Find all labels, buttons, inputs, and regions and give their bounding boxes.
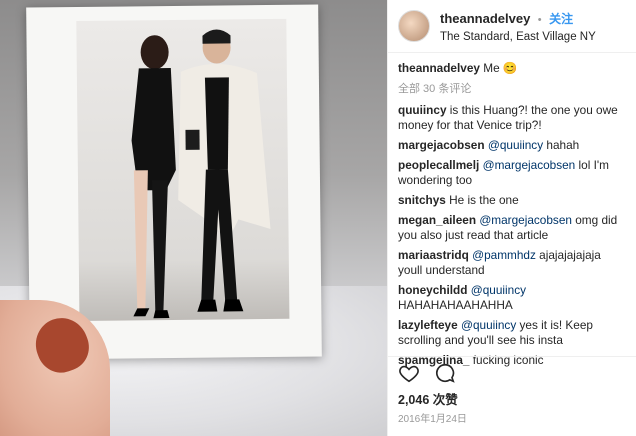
comment-item: mariaastridq @pammhdz ajajajajajaja youl…: [398, 248, 627, 278]
caption-username[interactable]: theannadelvey: [398, 61, 480, 75]
comment-text: HAHAHAHAAHAHHA: [398, 298, 513, 312]
comment-username[interactable]: margejacobsen: [398, 138, 485, 152]
avatar[interactable]: [398, 10, 430, 42]
comment-username[interactable]: peoplecallmelj: [398, 158, 479, 172]
comment-username[interactable]: quuiincy: [398, 103, 447, 117]
separator-dot: •: [537, 13, 542, 26]
comment-mention[interactable]: @quuiincy: [488, 138, 543, 152]
comment-mention[interactable]: @margejacobsen: [483, 158, 576, 172]
comment-mention[interactable]: @pammhdz: [472, 248, 536, 262]
view-all-comments[interactable]: 全部 30 条评论: [398, 82, 627, 97]
header-username[interactable]: theannadelvey: [440, 11, 530, 26]
comment-item: lazylefteye @quuiincy yes it is! Keep sc…: [398, 318, 627, 348]
comment-item: quuiincy is this Huang?! the one you owe…: [398, 103, 627, 133]
comment-username[interactable]: honeychildd: [398, 283, 467, 297]
action-bar: [398, 362, 456, 384]
comment-mention[interactable]: @quuiincy: [461, 318, 516, 332]
heart-icon[interactable]: [398, 362, 420, 384]
comment-username[interactable]: lazylefteye: [398, 318, 458, 332]
comments-list: theannadelvey Me 😊 全部 30 条评论 quuiincy is…: [388, 53, 636, 368]
caption: theannadelvey Me 😊: [398, 61, 627, 76]
comment-username[interactable]: megan_aileen: [398, 213, 476, 227]
post-sidebar: theannadelvey • 关注 The Standard, East Vi…: [387, 0, 636, 436]
couple-figures: [131, 29, 271, 319]
comment-item: honeychildd @quuiincy HAHAHAHAAHAHHA: [398, 283, 627, 313]
comment-text: hahah: [546, 138, 580, 152]
comment-item: margejacobsen @quuiincy hahah: [398, 138, 627, 153]
comment-item: megan_aileen @margejacobsen omg did you …: [398, 213, 627, 243]
polaroid-image: [76, 18, 290, 321]
location-link[interactable]: The Standard, East Village NY: [440, 31, 596, 43]
comment-mention[interactable]: @quuiincy: [471, 283, 526, 297]
comment-username[interactable]: mariaastridq: [398, 248, 469, 262]
comment-item: snitchys He is the one: [398, 193, 627, 208]
actions-divider: [388, 356, 636, 357]
follow-button[interactable]: 关注: [549, 12, 573, 26]
comment-username[interactable]: snitchys: [398, 193, 446, 207]
likes-count[interactable]: 2,046 次赞: [398, 389, 458, 408]
post-photo[interactable]: [0, 0, 387, 436]
comment-text: He is the one: [449, 193, 519, 207]
caption-text: Me 😊: [483, 61, 518, 75]
comment-mention[interactable]: @margejacobsen: [479, 213, 572, 227]
comment-icon[interactable]: [434, 362, 456, 384]
post-header: theannadelvey • 关注 The Standard, East Vi…: [388, 0, 636, 53]
post-date: 2016年1月24日: [398, 414, 467, 425]
comment-item: peoplecallmelj @margejacobsen lol I'm wo…: [398, 158, 627, 188]
